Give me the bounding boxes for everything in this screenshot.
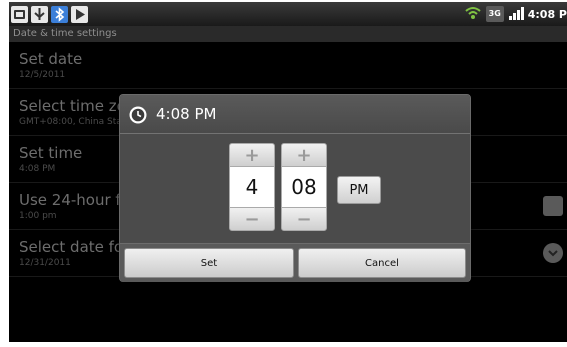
media-play-icon — [71, 6, 88, 23]
android-debug-icon — [11, 6, 28, 23]
status-right: 3G 4:08 P — [464, 2, 567, 26]
3g-icon: 3G — [485, 6, 504, 22]
setting-title: Use 24-hour f — [19, 191, 121, 209]
signal-icon — [508, 5, 524, 24]
ampm-toggle-button[interactable]: PM — [337, 176, 381, 204]
cancel-button[interactable]: Cancel — [298, 248, 466, 278]
status-time: 4:08 P — [527, 7, 567, 21]
usb-icon — [31, 6, 48, 23]
setting-subtitle: 4:08 PM — [19, 164, 56, 174]
hour-value[interactable]: 4 — [229, 167, 275, 207]
setting-title: Select date fo — [19, 238, 124, 256]
dialog-footer: Set Cancel — [120, 243, 470, 282]
setting-subtitle: 1:00 pm — [19, 211, 57, 221]
minute-value[interactable]: 08 — [281, 167, 327, 207]
setting-subtitle: 12/31/2011 — [19, 258, 71, 268]
minute-increment-button[interactable]: + — [281, 143, 327, 167]
setting-title: Set date — [19, 50, 83, 68]
dialog-titlebar: 4:08 PM — [120, 95, 470, 134]
minute-decrement-button[interactable]: − — [281, 207, 327, 231]
time-picker-dialog: 4:08 PM + 4 − + 08 − PM Set Cancel — [119, 94, 471, 282]
chevron-down-icon[interactable] — [543, 243, 563, 263]
status-bar: 3G 4:08 P — [9, 2, 567, 26]
bluetooth-icon — [51, 6, 68, 23]
setting-subtitle: 12/5/2011 — [19, 70, 66, 80]
screen: 3G 4:08 P Date & time settings Set date … — [9, 2, 567, 342]
hour-increment-button[interactable]: + — [229, 143, 275, 167]
setting-title: Select time zo — [19, 97, 126, 115]
wifi-icon — [464, 5, 482, 24]
section-header: Date & time settings — [9, 26, 567, 42]
set-button[interactable]: Set — [124, 248, 294, 278]
setting-subtitle: GMT+08:00, China Sta — [19, 117, 122, 127]
clock-icon — [128, 105, 148, 125]
checkbox[interactable] — [543, 196, 563, 216]
setting-title: Set time — [19, 144, 83, 162]
dialog-title: 4:08 PM — [156, 105, 217, 123]
minute-picker: + 08 − — [281, 143, 327, 231]
setting-set-date[interactable]: Set date 12/5/2011 — [9, 42, 567, 89]
hour-picker: + 4 − — [229, 143, 275, 231]
hour-decrement-button[interactable]: − — [229, 207, 275, 231]
